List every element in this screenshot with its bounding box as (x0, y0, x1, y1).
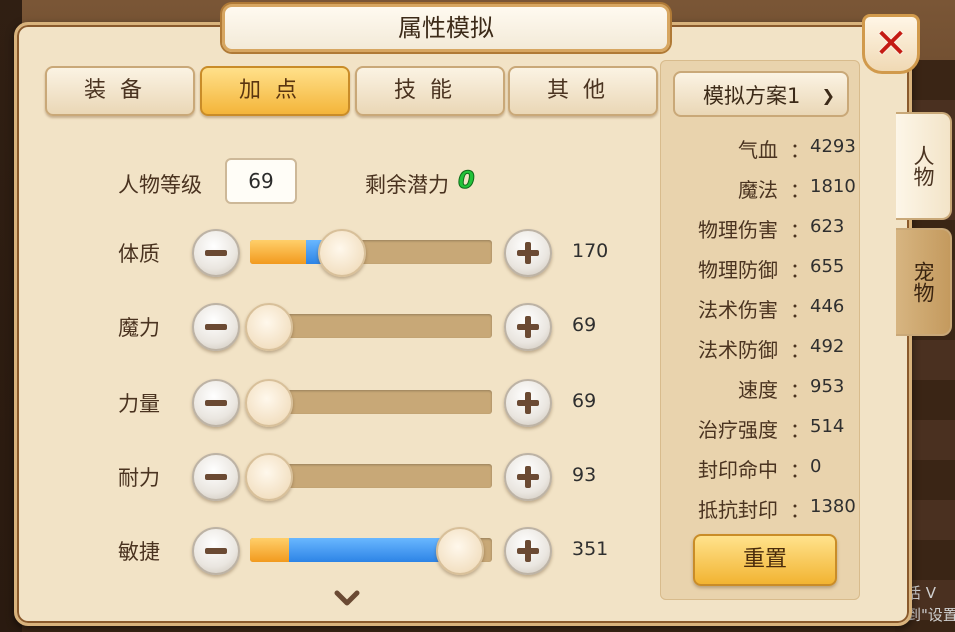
close-button[interactable]: ✕ (862, 14, 920, 74)
stat-value: 69 (572, 390, 597, 412)
stat-slider[interactable] (250, 229, 492, 277)
increase-button[interactable] (504, 303, 552, 351)
attribute-label: 物理伤害 (698, 218, 778, 242)
attribute-colon: ： (790, 378, 810, 402)
minus-icon (205, 250, 227, 256)
plus-icon (525, 540, 531, 562)
stat-value: 170 (572, 240, 609, 262)
attribute-label: 魔法 (738, 178, 778, 202)
slider-handle[interactable] (244, 453, 293, 501)
attribute-value: 953 (810, 376, 845, 397)
tab-add-points[interactable]: 加点 (200, 66, 350, 116)
plus-icon (525, 392, 531, 414)
attribute-colon: ： (790, 258, 810, 282)
minus-icon (205, 548, 227, 554)
slider-added-fill (288, 538, 459, 562)
decrease-button[interactable] (192, 453, 240, 501)
attribute-label: 治疗强度 (698, 418, 778, 442)
plus-icon (525, 316, 531, 338)
decrease-button[interactable] (192, 527, 240, 575)
side-tab-pet[interactable]: 宠物 (896, 228, 952, 336)
attribute-colon: ： (790, 138, 810, 162)
attribute-value: 514 (810, 416, 845, 437)
minus-icon (205, 474, 227, 480)
tab-label: 其他 (546, 78, 619, 103)
attribute-value: 1810 (810, 176, 856, 197)
plus-icon (525, 242, 531, 264)
slider-handle[interactable] (317, 229, 366, 277)
slider-handle[interactable] (244, 303, 293, 351)
stat-value: 351 (572, 538, 609, 560)
plus-icon (525, 466, 531, 488)
attribute-label: 速度 (738, 378, 778, 402)
slider-base-fill (250, 538, 289, 562)
panel-title-text: 属性模拟 (398, 14, 494, 42)
plan-selected-value: 模拟方案1 (703, 84, 801, 108)
stat-value: 69 (572, 314, 597, 336)
close-icon: ✕ (874, 21, 908, 67)
attribute-label: 法术伤害 (698, 298, 778, 322)
attribute-value: 1380 (810, 496, 856, 517)
attribute-value: 446 (810, 296, 845, 317)
level-label: 人物等级 (118, 173, 202, 197)
tab-other[interactable]: 其他 (508, 66, 658, 116)
increase-button[interactable] (504, 453, 552, 501)
attribute-label: 封印命中 (698, 458, 778, 482)
attribute-value: 492 (810, 336, 845, 357)
decrease-button[interactable] (192, 379, 240, 427)
stat-slider[interactable] (244, 379, 492, 427)
tab-label: 装备 (83, 78, 156, 103)
attribute-value: 4293 (810, 136, 856, 157)
decrease-button[interactable] (192, 303, 240, 351)
tab-skills[interactable]: 技能 (355, 66, 505, 116)
minus-icon (205, 400, 227, 406)
stat-label: 敏捷 (118, 540, 160, 564)
side-tab-label: 宠物 (911, 261, 935, 303)
decrease-button[interactable] (192, 229, 240, 277)
attribute-colon: ： (790, 458, 810, 482)
chevron-down-icon: ❯ (821, 86, 835, 105)
attribute-colon: ： (790, 298, 810, 322)
potential-value: 0 (458, 166, 476, 195)
stat-label: 体质 (118, 242, 160, 266)
attribute-value: 623 (810, 216, 845, 237)
attribute-colon: ： (790, 418, 810, 442)
attribute-colon: ： (790, 338, 810, 362)
chevron-down-icon[interactable] (334, 590, 360, 608)
attribute-colon: ： (790, 178, 810, 202)
reset-label: 重置 (742, 547, 787, 572)
tab-equipment[interactable]: 装备 (45, 66, 195, 116)
increase-button[interactable] (504, 229, 552, 277)
attribute-label: 抵抗封印 (698, 498, 778, 522)
potential-label: 剩余潜力 (365, 173, 449, 197)
increase-button[interactable] (504, 527, 552, 575)
slider-base-fill (250, 240, 306, 264)
reset-button[interactable]: 重置 (693, 534, 837, 586)
slider-handle[interactable] (244, 379, 293, 427)
side-tab-label: 人物 (911, 145, 935, 187)
attribute-colon: ： (790, 218, 810, 242)
attribute-label: 物理防御 (698, 258, 778, 282)
level-input[interactable]: 69 (225, 158, 297, 204)
attribute-value: 0 (810, 456, 822, 477)
attribute-value: 655 (810, 256, 845, 277)
tab-label: 技能 (393, 78, 466, 103)
stat-label: 魔力 (118, 316, 160, 340)
panel-title: 属性模拟 (222, 4, 670, 52)
tab-label: 加点 (238, 78, 311, 103)
stat-label: 力量 (118, 392, 160, 416)
plan-dropdown[interactable]: 模拟方案1 ❯ (673, 71, 849, 117)
side-tab-character[interactable]: 人物 (896, 112, 952, 220)
stat-slider[interactable] (250, 527, 492, 575)
slider-handle[interactable] (436, 527, 485, 575)
stat-value: 93 (572, 464, 597, 486)
attribute-label: 气血 (738, 138, 778, 162)
increase-button[interactable] (504, 379, 552, 427)
stat-label: 耐力 (118, 466, 160, 490)
minus-icon (205, 324, 227, 330)
stat-slider[interactable] (244, 303, 492, 351)
attribute-label: 法术防御 (698, 338, 778, 362)
attribute-colon: ： (790, 498, 810, 522)
stat-slider[interactable] (244, 453, 492, 501)
